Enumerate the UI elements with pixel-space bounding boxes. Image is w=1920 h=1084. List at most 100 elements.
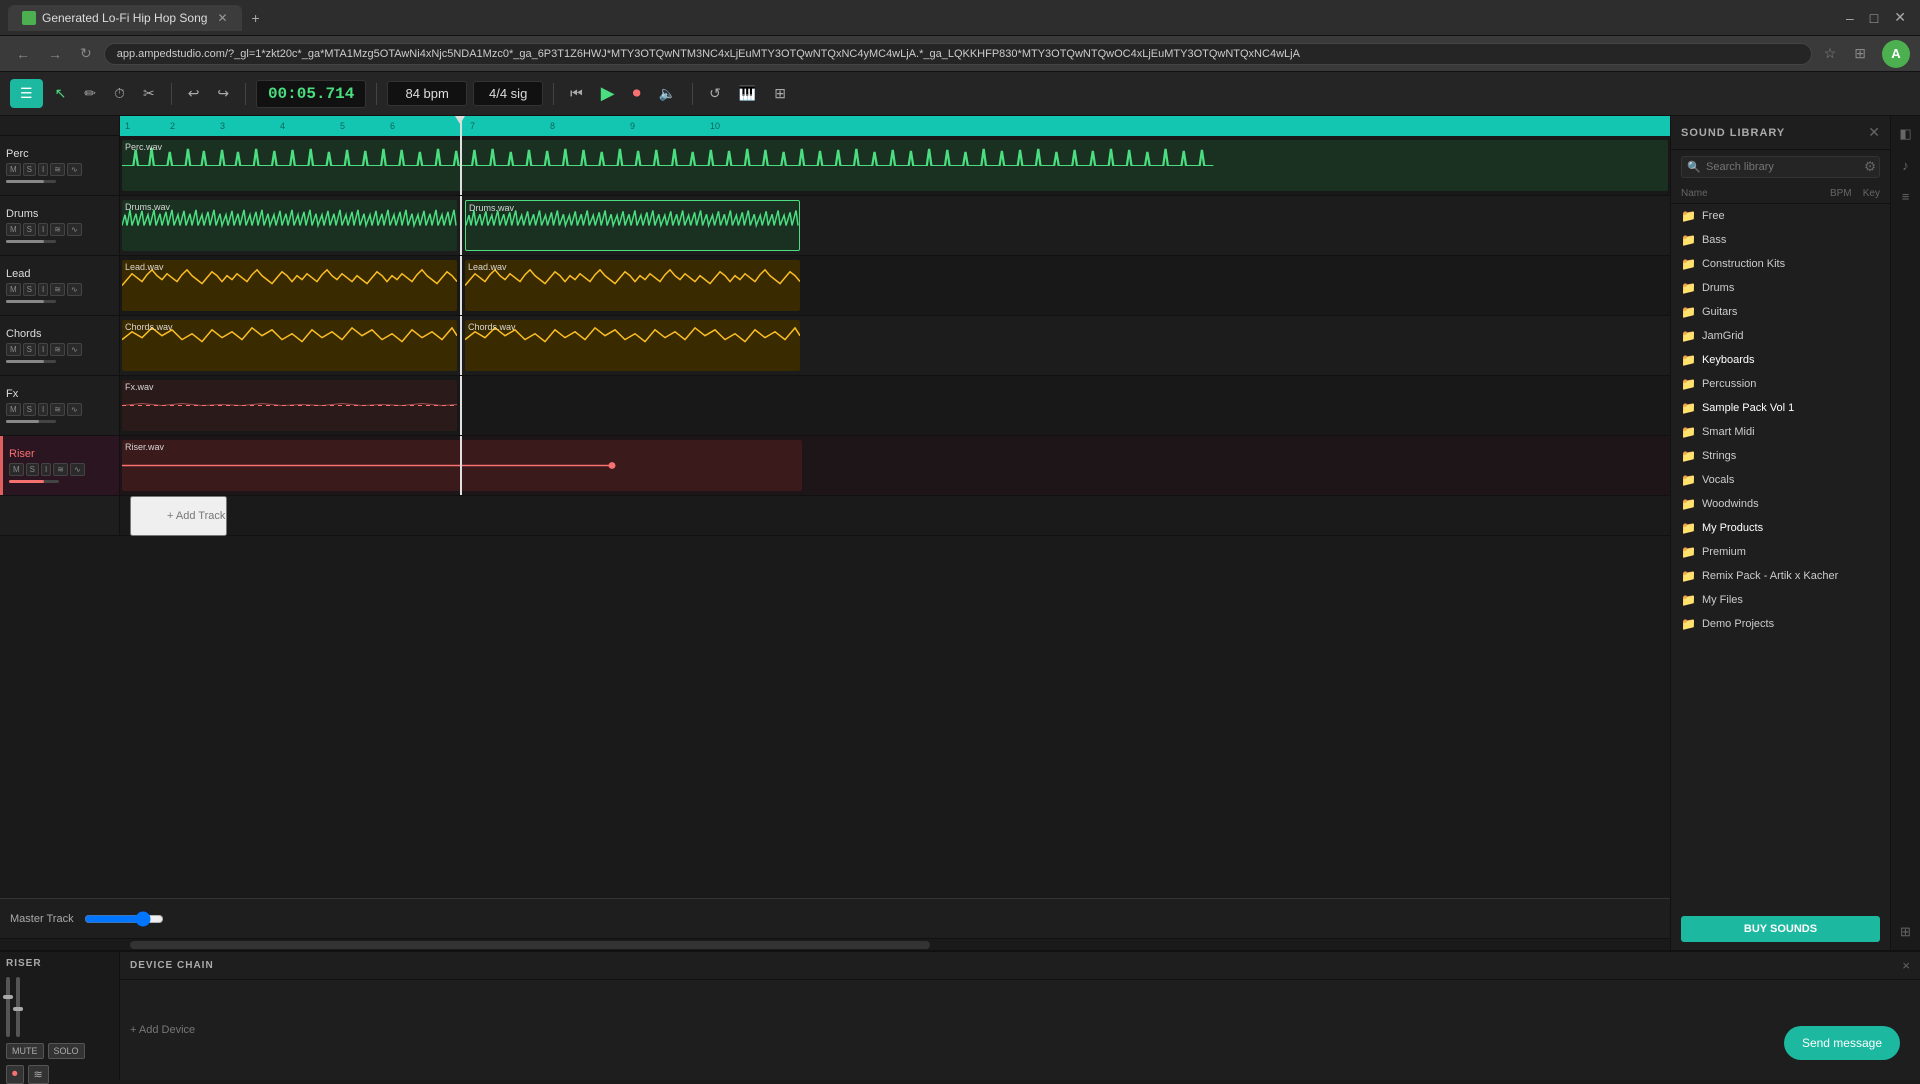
perc-arm-btn[interactable]: I — [38, 163, 48, 176]
tool-4-btn[interactable]: ⊞ — [1896, 920, 1915, 944]
library-item-jamgrid[interactable]: 📁 JamGrid — [1671, 324, 1890, 348]
drums-volume-slider[interactable] — [6, 240, 56, 243]
loop-btn[interactable]: ↺ — [703, 81, 727, 106]
tool-3-btn[interactable]: ≡ — [1898, 185, 1914, 208]
clock-tool-btn[interactable]: ⏱ — [108, 81, 131, 106]
fx-clip[interactable]: Fx.wav — [122, 380, 457, 431]
tool-1-btn[interactable]: ◧ — [1895, 122, 1915, 146]
lead-fx-btn[interactable]: ≋ — [50, 283, 65, 296]
send-message-btn[interactable]: Send message — [1784, 1026, 1900, 1060]
chords-clip-1[interactable]: Chords.wav — [122, 320, 457, 371]
riser-clip[interactable]: Riser.wav — [122, 440, 802, 491]
fx-arm-btn[interactable]: I — [38, 403, 48, 416]
drums-arm-btn[interactable]: I — [38, 223, 48, 236]
chords-volume-slider[interactable] — [6, 360, 56, 363]
loop-region[interactable] — [120, 116, 1670, 136]
solo-btn[interactable]: SOLO — [48, 1043, 85, 1059]
chords-clip-2[interactable]: Chords.wav — [465, 320, 800, 371]
skip-back-btn[interactable]: ⏮ — [564, 81, 589, 106]
tool-2-btn[interactable]: ♪ — [1898, 154, 1913, 177]
minimize-btn[interactable]: – — [1840, 5, 1860, 30]
drums-solo-btn[interactable]: S — [23, 223, 36, 236]
play-btn[interactable]: ▶ — [595, 79, 621, 108]
forward-btn[interactable]: → — [42, 44, 68, 64]
close-btn[interactable]: ✕ — [1888, 5, 1912, 30]
fx-mute-btn[interactable]: M — [6, 403, 21, 416]
track-content-perc[interactable]: Perc.wav — [120, 136, 1670, 195]
eq-btn[interactable]: ≋ — [28, 1065, 49, 1084]
volume-btn[interactable]: 🔈 — [653, 81, 682, 106]
library-item-demo-projects[interactable]: 📁 Demo Projects — [1671, 612, 1890, 636]
drums-mute-btn[interactable]: M — [6, 223, 21, 236]
bottom-volume-fader[interactable] — [6, 977, 10, 1037]
track-content-drums[interactable]: Drums.wav Drums.wav — [120, 196, 1670, 255]
bottom-pan-fader[interactable] — [16, 977, 20, 1037]
library-item-percussion[interactable]: 📁 Percussion — [1671, 372, 1890, 396]
chords-solo-btn[interactable]: S — [23, 343, 36, 356]
perc-volume-slider[interactable] — [6, 180, 56, 183]
library-close-btn[interactable]: ✕ — [1868, 124, 1880, 141]
riser-volume-slider[interactable] — [9, 480, 59, 483]
track-content-lead[interactable]: Lead.wav Lead.wav — [120, 256, 1670, 315]
fx-volume-slider[interactable] — [6, 420, 56, 423]
drums-clip-1[interactable]: Drums.wav — [122, 200, 457, 251]
rec-bottom-btn[interactable]: ⏺ — [6, 1065, 24, 1084]
lead-mute-btn[interactable]: M — [6, 283, 21, 296]
lead-env-btn[interactable]: ∿ — [67, 283, 82, 296]
sig-display[interactable]: 4/4 sig — [473, 81, 543, 106]
chords-fx-btn[interactable]: ≋ — [50, 343, 65, 356]
riser-solo-btn[interactable]: S — [26, 463, 39, 476]
horizontal-scrollbar[interactable] — [0, 938, 1670, 950]
active-tab[interactable]: Generated Lo-Fi Hip Hop Song ✕ — [8, 5, 242, 31]
riser-env-btn[interactable]: ∿ — [70, 463, 85, 476]
library-item-free[interactable]: 📁 Free — [1671, 204, 1890, 228]
grid-btn[interactable]: ⊞ — [768, 81, 792, 106]
track-content-fx[interactable]: Fx.wav — [120, 376, 1670, 435]
new-tab-btn[interactable]: + — [246, 6, 266, 30]
library-item-sample-pack[interactable]: 📁 Sample Pack Vol 1 — [1671, 396, 1890, 420]
library-item-my-files[interactable]: 📁 My Files — [1671, 588, 1890, 612]
lead-clip-2[interactable]: Lead.wav — [465, 260, 800, 311]
user-avatar[interactable]: A — [1882, 40, 1910, 68]
lead-arm-btn[interactable]: I — [38, 283, 48, 296]
menu-btn[interactable]: ☰ — [10, 79, 43, 108]
lead-volume-slider[interactable] — [6, 300, 56, 303]
cut-tool-btn[interactable]: ✂ — [137, 81, 161, 106]
chords-mute-btn[interactable]: M — [6, 343, 21, 356]
riser-arm-btn[interactable]: I — [41, 463, 51, 476]
perc-clip[interactable]: Perc.wav — [122, 140, 1668, 191]
track-content-chords[interactable]: Chords.wav Chords.wav — [120, 316, 1670, 375]
riser-mute-btn[interactable]: M — [9, 463, 24, 476]
perc-env-btn[interactable]: ∿ — [67, 163, 82, 176]
tab-close-btn[interactable]: ✕ — [217, 11, 227, 25]
drums-clip-2[interactable]: Drums.wav — [465, 200, 800, 251]
record-btn[interactable]: ⏺ — [627, 81, 647, 107]
library-item-keyboards[interactable]: 📁 Keyboards — [1671, 348, 1890, 372]
cursor-tool-btn[interactable]: ↖ — [49, 81, 73, 106]
fx-env-btn[interactable]: ∿ — [67, 403, 82, 416]
library-filter-btn[interactable]: ⚙ — [1864, 159, 1876, 175]
master-volume-slider[interactable] — [84, 911, 164, 927]
lead-solo-btn[interactable]: S — [23, 283, 36, 296]
lead-clip-1[interactable]: Lead.wav — [122, 260, 457, 311]
library-item-bass[interactable]: 📁 Bass — [1671, 228, 1890, 252]
chords-env-btn[interactable]: ∿ — [67, 343, 82, 356]
riser-chain-btn[interactable]: ≋ — [53, 463, 68, 476]
library-item-drums[interactable]: 📁 Drums — [1671, 276, 1890, 300]
library-item-construction-kits[interactable]: 📁 Construction Kits — [1671, 252, 1890, 276]
mute-btn[interactable]: MUTE — [6, 1043, 44, 1059]
back-btn[interactable]: ← — [10, 44, 36, 64]
library-item-guitars[interactable]: 📁 Guitars — [1671, 300, 1890, 324]
maximize-btn[interactable]: □ — [1864, 5, 1884, 30]
fx-chain-btn[interactable]: ≋ — [50, 403, 65, 416]
fx-solo-btn[interactable]: S — [23, 403, 36, 416]
track-content-riser[interactable]: Riser.wav — [120, 436, 1670, 495]
pencil-tool-btn[interactable]: ✏ — [78, 81, 102, 106]
extensions-btn[interactable]: ⊞ — [1848, 43, 1872, 64]
library-item-smart-midi[interactable]: 📁 Smart Midi — [1671, 420, 1890, 444]
library-item-vocals[interactable]: 📁 Vocals — [1671, 468, 1890, 492]
perc-solo-btn[interactable]: S — [23, 163, 36, 176]
redo-btn[interactable]: ↪ — [211, 81, 235, 106]
undo-btn[interactable]: ↩ — [182, 81, 206, 106]
library-item-remix-pack[interactable]: 📁 Remix Pack - Artik x Kacher — [1671, 564, 1890, 588]
